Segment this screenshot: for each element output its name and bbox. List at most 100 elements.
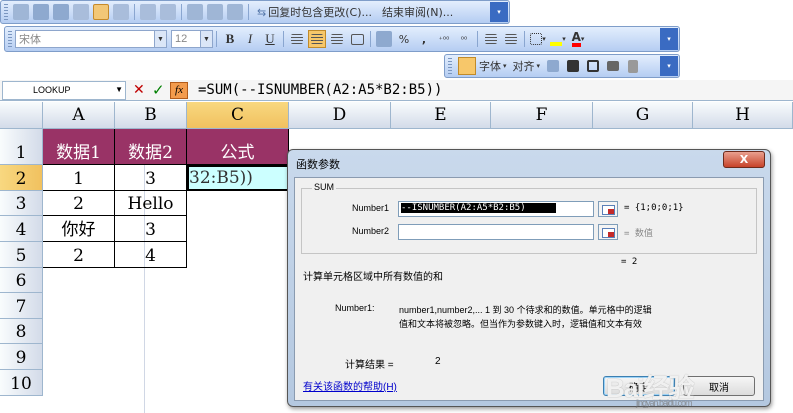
italic-button[interactable]: I <box>241 30 259 48</box>
column-header-e[interactable]: E <box>391 102 491 129</box>
currency-button[interactable] <box>375 30 393 48</box>
toolbar-grip[interactable] <box>4 4 8 20</box>
percent-button[interactable]: % <box>395 30 413 48</box>
close-button[interactable]: X <box>723 151 765 168</box>
enter-icon[interactable]: ✓ <box>152 81 165 99</box>
end-review-button[interactable]: 结束审阅(N)... <box>378 3 457 21</box>
prev-change-icon[interactable] <box>32 3 50 21</box>
comma-button[interactable]: , <box>415 30 433 48</box>
share-icon[interactable] <box>206 3 224 21</box>
align-left-button[interactable] <box>288 30 306 48</box>
cell-a3[interactable]: 2 <box>43 191 115 216</box>
underline-button[interactable]: U <box>261 30 279 48</box>
delete-comment-icon[interactable] <box>112 3 130 21</box>
font-color-button[interactable]: A ▾ <box>569 30 587 48</box>
ink-delete-icon[interactable] <box>159 3 177 21</box>
cell-a4[interactable]: 你好 <box>43 216 115 242</box>
row-header-3[interactable]: 3 <box>0 191 43 216</box>
collapse-dialog-icon[interactable] <box>598 224 618 240</box>
decrease-decimal-button[interactable]: ⁰⁰ <box>455 30 473 48</box>
insert-function-icon[interactable]: fx <box>170 82 188 99</box>
cell-b3[interactable]: Hello <box>115 191 187 216</box>
row-header-7[interactable]: 7 <box>0 293 43 319</box>
font-dialog-button[interactable]: 字体 ▾ <box>456 57 509 75</box>
number1-input[interactable]: --ISNUMBER(A2:A5*B2:B5) <box>398 201 594 217</box>
column-header-c[interactable]: C <box>187 102 289 129</box>
row-header-8[interactable]: 8 <box>0 319 43 344</box>
name-box[interactable]: LOOKUP ▼ <box>2 81 126 100</box>
borders-button[interactable]: ▾ <box>529 30 547 48</box>
row-header-5[interactable]: 5 <box>0 242 43 268</box>
row-header-6[interactable]: 6 <box>0 268 43 293</box>
toolbar-options-icon[interactable]: ▾ <box>490 2 508 22</box>
cell-b5[interactable]: 4 <box>115 242 187 268</box>
protect-icon[interactable] <box>186 3 204 21</box>
edit-comment-icon[interactable] <box>72 3 90 21</box>
column-header-a[interactable]: A <box>43 102 115 129</box>
column-header-f[interactable]: F <box>491 102 593 129</box>
separator <box>524 31 525 47</box>
name-box-value: LOOKUP <box>33 85 71 95</box>
cell-a2[interactable]: 1 <box>43 165 115 191</box>
row-header-2[interactable]: 2 <box>0 165 43 191</box>
toolbar-options-icon[interactable]: ▾ <box>660 56 678 76</box>
collapse-dialog-icon[interactable] <box>598 201 618 217</box>
row-header-9[interactable]: 9 <box>0 344 43 370</box>
outdent-icon <box>485 34 497 44</box>
doc-icon[interactable] <box>12 3 30 21</box>
chevron-down-icon[interactable]: ▼ <box>115 85 123 94</box>
font-size-select[interactable]: 12 ▼ <box>171 30 213 48</box>
cell-a1[interactable]: 数据1 <box>43 129 115 165</box>
toolbar-grip[interactable] <box>448 58 452 74</box>
column-header-d[interactable]: D <box>289 102 391 129</box>
cancel-button[interactable]: 取消 <box>683 376 755 396</box>
align-dialog-button[interactable]: 对齐 ▾ <box>511 57 543 75</box>
font-dialog-icon <box>458 57 476 75</box>
merge-center-button[interactable] <box>348 30 366 48</box>
cell-a5[interactable]: 2 <box>43 242 115 268</box>
grid-view-icon[interactable] <box>564 57 582 75</box>
row-header-1[interactable]: 1 <box>0 129 43 165</box>
fill-color-button[interactable]: ▾ <box>549 30 567 48</box>
fit-icon[interactable] <box>584 57 602 75</box>
decrease-indent-button[interactable] <box>482 30 500 48</box>
increase-indent-button[interactable] <box>502 30 520 48</box>
align-center-button[interactable] <box>308 30 326 48</box>
workbook-icon[interactable] <box>226 3 244 21</box>
cell-c1[interactable]: 公式 <box>187 129 289 165</box>
camera-icon[interactable] <box>604 57 622 75</box>
help-link[interactable]: 有关该函数的帮助(H) <box>303 378 397 393</box>
separator <box>477 31 478 47</box>
toolbar-options-icon[interactable]: ▾ <box>660 28 678 50</box>
cell-b1[interactable]: 数据2 <box>115 129 187 165</box>
align-right-button[interactable] <box>328 30 346 48</box>
separator <box>283 31 284 47</box>
cell-b2[interactable]: 3 <box>115 165 187 191</box>
calculator-icon[interactable] <box>624 57 642 75</box>
row-header-10[interactable]: 10 <box>0 370 43 396</box>
cell-c2[interactable]: 32:B5)) <box>187 165 289 191</box>
cancel-icon[interactable]: ✕ <box>133 82 145 98</box>
select-all-corner[interactable] <box>0 102 43 129</box>
font-label: 字体 <box>479 60 501 73</box>
number2-input[interactable] <box>398 224 594 240</box>
font-name-select[interactable]: 宋体 ▼ <box>15 30 167 48</box>
toolbar-grip[interactable] <box>8 31 12 47</box>
formula-input[interactable]: =SUM(--ISNUMBER(A2:A5*B2:B5)) <box>198 81 788 100</box>
separator <box>370 31 371 47</box>
track-changes-icon[interactable] <box>92 3 110 21</box>
number2-result: = 数值 <box>624 229 653 239</box>
align-left-icon <box>291 34 303 44</box>
cell-b4[interactable]: 3 <box>115 216 187 242</box>
increase-decimal-button[interactable]: ⁺⁰⁰ <box>435 30 453 48</box>
bold-button[interactable]: B <box>221 30 239 48</box>
reply-changes-button[interactable]: ⇆ 回复时包含更改(C)... <box>253 3 376 21</box>
column-header-b[interactable]: B <box>115 102 187 129</box>
column-header-h[interactable]: H <box>693 102 793 129</box>
format-painter-icon[interactable] <box>544 57 562 75</box>
row-header-4[interactable]: 4 <box>0 216 43 242</box>
calc-result-label: 计算结果 = <box>345 360 394 371</box>
next-change-icon[interactable] <box>52 3 70 21</box>
column-header-g[interactable]: G <box>593 102 693 129</box>
ink-icon[interactable] <box>139 3 157 21</box>
